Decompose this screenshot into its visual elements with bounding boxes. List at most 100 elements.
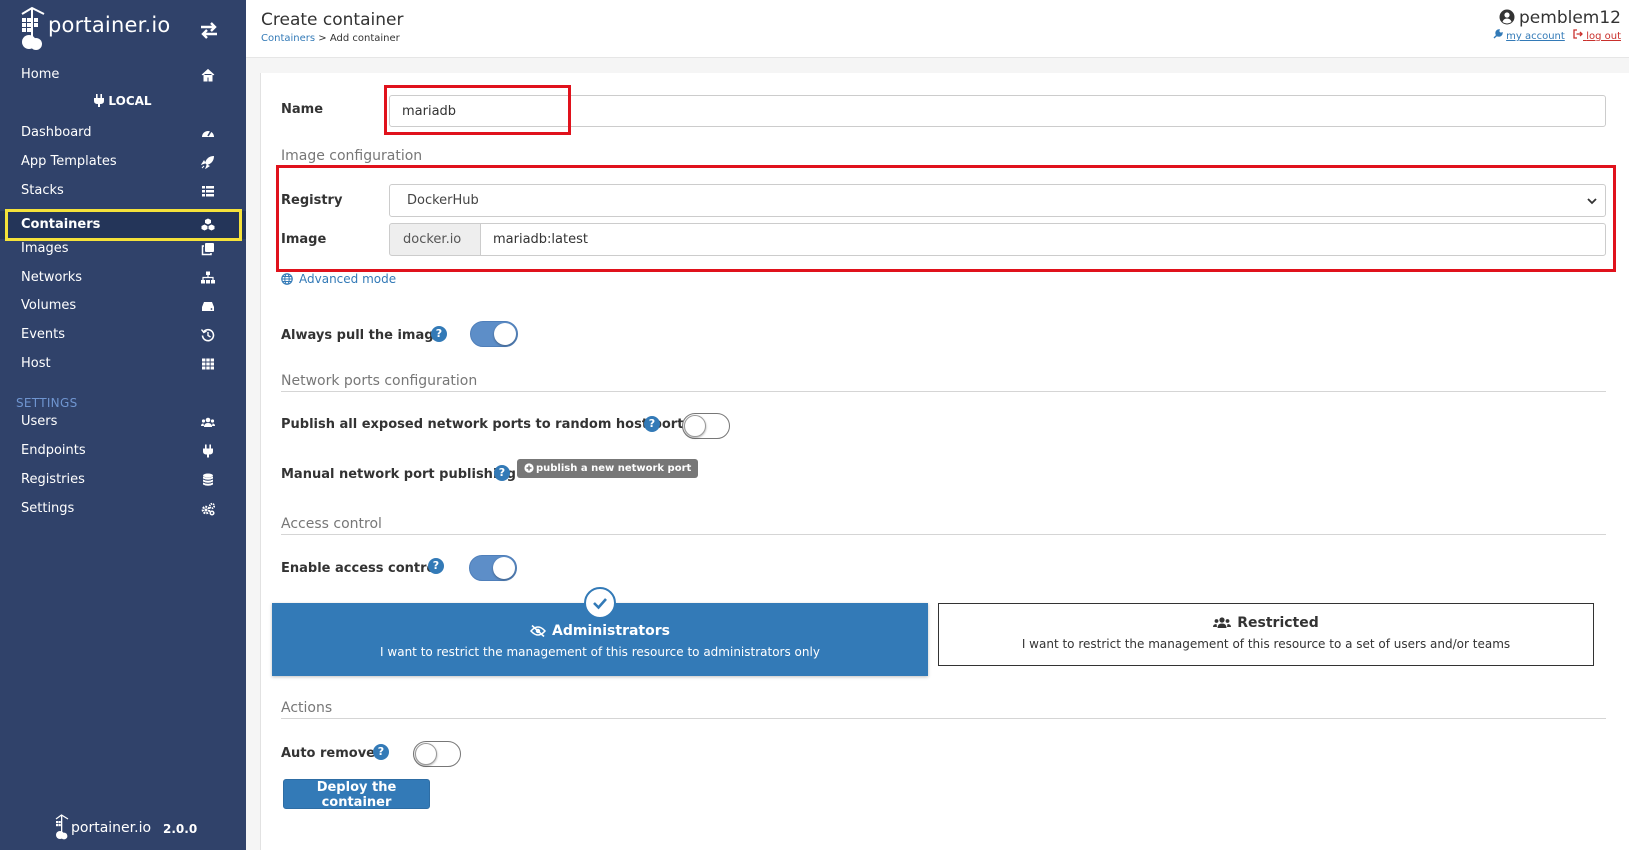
advanced-mode-link[interactable]: Advanced mode <box>281 272 396 286</box>
selected-check-icon <box>584 587 616 619</box>
sidebar-item-label: App Templates <box>21 154 117 169</box>
sidebar-item-networks[interactable]: Networks <box>0 263 246 293</box>
always-pull-toggle[interactable] <box>470 321 518 347</box>
sidebar-item-label: Endpoints <box>21 443 86 458</box>
name-input[interactable] <box>389 95 1606 127</box>
brand-name: portainer.io <box>48 13 171 37</box>
sign-out-icon <box>1573 29 1583 39</box>
sidebar-item-app-templates[interactable]: App Templates <box>0 147 246 177</box>
users-icon <box>1213 617 1232 628</box>
th-list-icon <box>202 186 214 197</box>
sidebar-item-images[interactable]: Images <box>0 234 246 264</box>
image-registry-prefix: docker.io <box>389 223 481 256</box>
tachometer-icon <box>202 130 214 137</box>
sitemap-icon <box>201 271 215 284</box>
access-control-section-title: Access control <box>281 516 1606 535</box>
portainer-logo-icon <box>55 814 69 840</box>
globe-icon <box>281 273 293 285</box>
sidebar-item-host[interactable]: Host <box>0 349 246 379</box>
cogs-icon <box>201 502 215 516</box>
publish-new-port-label: publish a new network port <box>536 463 692 474</box>
breadcrumb: Containers > Add container <box>261 33 400 44</box>
log-out-link[interactable]: log out <box>1573 29 1621 42</box>
page-header: Create container Containers > Add contai… <box>246 0 1629 58</box>
registry-select[interactable]: DockerHub <box>389 184 1606 217</box>
footer-brand: portainer.io 2.0.0 <box>55 812 215 842</box>
registry-selected-value: DockerHub <box>407 193 479 208</box>
registry-label: Registry <box>281 193 343 208</box>
always-pull-label: Always pull the image <box>281 328 443 343</box>
plug-icon <box>94 94 105 107</box>
sidebar-item-events[interactable]: Events <box>0 320 246 350</box>
th-icon <box>202 358 214 370</box>
toggle-knob <box>493 557 515 579</box>
sidebar-item-label: Volumes <box>21 298 77 313</box>
name-label: Name <box>281 102 324 117</box>
sidebar-item-dashboard[interactable]: Dashboard <box>0 118 246 148</box>
plug-icon <box>203 444 213 458</box>
advanced-mode-label: Advanced mode <box>299 272 397 286</box>
auto-remove-help-icon[interactable]: ? <box>373 744 389 760</box>
toggle-knob <box>494 323 516 345</box>
sidebar-item-label: Host <box>21 356 51 371</box>
endpoint-name: LOCAL <box>108 94 152 108</box>
sidebar-item-home[interactable]: Home <box>0 60 246 90</box>
access-control-help-icon[interactable]: ? <box>428 558 444 574</box>
administrators-title: Administrators <box>272 623 928 639</box>
user-box: pemblem12 my account log out <box>1493 8 1621 42</box>
toggle-knob <box>415 743 437 765</box>
breadcrumb-containers-link[interactable]: Containers <box>261 33 315 44</box>
sidebar-item-label: Home <box>21 67 60 82</box>
sidebar-item-registries[interactable]: Registries <box>0 465 246 495</box>
enable-access-control-toggle[interactable] <box>469 555 517 581</box>
my-account-link[interactable]: my account <box>1506 31 1565 42</box>
restricted-description: I want to restrict the management of thi… <box>1021 637 1511 651</box>
auto-remove-label: Auto remove <box>281 746 375 761</box>
sidebar-item-label: Networks <box>21 270 83 285</box>
sidebar-item-stacks[interactable]: Stacks <box>0 176 246 206</box>
version-label: 2.0.0 <box>163 822 198 836</box>
plus-circle-icon <box>524 463 534 473</box>
username: pemblem12 <box>1519 8 1621 28</box>
sidebar-item-settings[interactable]: Settings <box>0 494 246 524</box>
sidebar-item-label: Images <box>21 241 69 256</box>
home-icon <box>201 68 215 82</box>
image-label: Image <box>281 232 327 247</box>
sidebar-item-label: Settings <box>21 501 75 516</box>
users-icon <box>201 417 215 427</box>
sidebar-item-label: Events <box>21 327 66 342</box>
checkmark-icon <box>593 598 607 610</box>
restricted-option[interactable]: Restricted I want to restrict the manage… <box>938 603 1594 666</box>
brand[interactable]: portainer.io <box>20 4 220 54</box>
publish-all-ports-toggle[interactable] <box>682 413 730 439</box>
rocket-icon <box>201 156 214 169</box>
endpoint-header: LOCAL <box>0 94 246 108</box>
database-icon <box>203 473 213 486</box>
sidebar-item-users[interactable]: Users <box>0 407 246 437</box>
image-config-section-title: Image configuration <box>281 148 423 164</box>
administrators-title-text: Administrators <box>552 623 670 639</box>
sidebar-item-volumes[interactable]: Volumes <box>0 291 246 321</box>
hdd-icon <box>202 302 214 311</box>
enable-access-control-label: Enable access control <box>281 561 440 576</box>
clone-icon <box>201 243 214 256</box>
network-ports-section-title: Network ports configuration <box>281 373 1606 392</box>
sidebar-toggle-icon[interactable] <box>198 20 220 40</box>
user-links: my account log out <box>1493 29 1621 42</box>
auto-remove-toggle[interactable] <box>413 741 461 767</box>
footer-brand-name: portainer.io <box>71 820 152 836</box>
always-pull-help-icon[interactable]: ? <box>431 326 447 342</box>
sidebar: portainer.io Home LOCAL Dashboard App Te… <box>0 0 246 850</box>
history-icon <box>201 328 215 342</box>
image-input[interactable]: mariadb:latest <box>480 223 1606 256</box>
manual-port-publishing-help-icon[interactable]: ? <box>494 465 510 481</box>
publish-new-port-button[interactable]: publish a new network port <box>517 459 699 478</box>
manual-port-publishing-label: Manual network port publishing <box>281 467 516 482</box>
deploy-container-button[interactable]: Deploy the container <box>283 779 430 810</box>
publish-all-ports-help-icon[interactable]: ? <box>644 416 660 432</box>
breadcrumb-current: Add container <box>329 33 400 44</box>
sidebar-item-endpoints[interactable]: Endpoints <box>0 436 246 466</box>
page-title: Create container <box>261 10 404 30</box>
portainer-logo-icon <box>21 6 45 50</box>
toggle-knob <box>684 415 706 437</box>
